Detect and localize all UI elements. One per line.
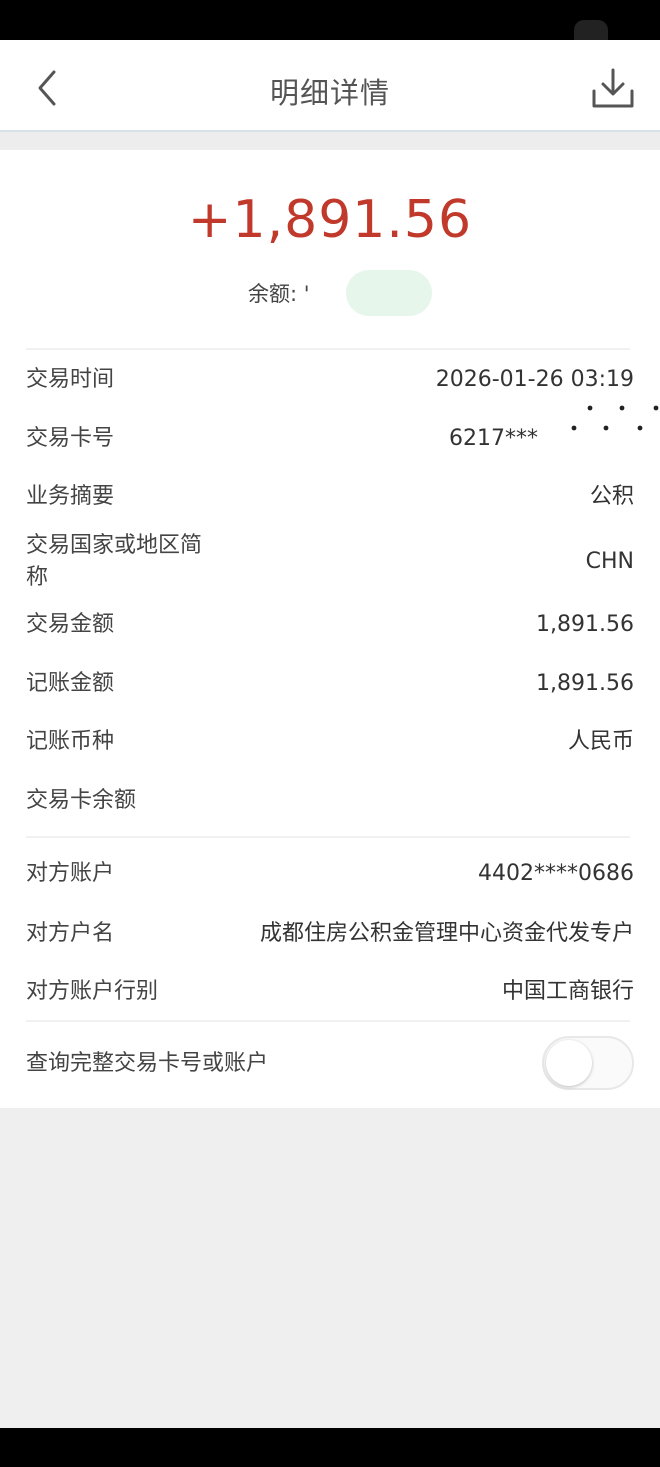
row-label: 交易金额 xyxy=(26,612,115,637)
row-label: 记账金额 xyxy=(26,671,115,696)
nav-bar: 明细详情 xyxy=(0,40,660,132)
redaction-dots xyxy=(571,405,659,431)
row-label: 对方账户行别 xyxy=(26,979,159,1004)
row-value: 人民币 xyxy=(567,729,634,754)
row-value: 成都住房公积金管理中心资金代发专户 xyxy=(259,921,634,946)
system-nav-bar xyxy=(0,1428,660,1467)
balance-value: ' xyxy=(303,282,310,306)
divider xyxy=(26,1020,630,1022)
download-button[interactable] xyxy=(590,67,636,111)
detail-card: +1,891.56 余额: ' 交易时间 2026-01-26 03:19 交易… xyxy=(0,150,660,1108)
header-gap xyxy=(0,132,660,150)
download-icon xyxy=(592,68,634,108)
row-label: 对方户名 xyxy=(26,921,115,946)
balance-label: 余额: xyxy=(248,282,298,306)
row-label: 交易时间 xyxy=(26,367,115,392)
row-value: 6217*** xyxy=(449,426,538,451)
row-label: 记账币种 xyxy=(26,729,115,754)
page-title: 明细详情 xyxy=(269,76,390,110)
status-bar xyxy=(0,0,660,40)
detail-row-country: 交易国家或地区简称 CHN xyxy=(26,530,634,598)
row-value: 公积 xyxy=(589,484,634,509)
toggle-knob xyxy=(546,1040,592,1086)
full-number-toggle[interactable] xyxy=(542,1036,634,1090)
transaction-amount: +1,891.56 xyxy=(187,190,473,250)
row-value: 中国工商银行 xyxy=(501,979,634,1004)
row-label: 交易国家或地区简称 xyxy=(26,533,203,590)
divider xyxy=(26,836,630,838)
row-value: 1,891.56 xyxy=(536,671,634,696)
row-value: 1,891.56 xyxy=(536,612,634,637)
row-label: 业务摘要 xyxy=(26,484,115,509)
balance-line: 余额: ' xyxy=(248,278,312,308)
privacy-mask xyxy=(346,270,432,316)
row-label: 交易卡号 xyxy=(26,426,115,451)
toggle-label: 查询完整交易卡号或账户 xyxy=(26,1051,269,1076)
divider xyxy=(26,348,630,350)
row-value: CHN xyxy=(585,549,634,574)
status-indicator xyxy=(574,20,608,40)
row-label: 交易卡余额 xyxy=(26,788,137,813)
row-value: 2026-01-26 03:19 xyxy=(435,367,634,392)
row-value: 4402****0686 xyxy=(478,861,634,886)
row-label: 对方账户 xyxy=(26,861,115,886)
